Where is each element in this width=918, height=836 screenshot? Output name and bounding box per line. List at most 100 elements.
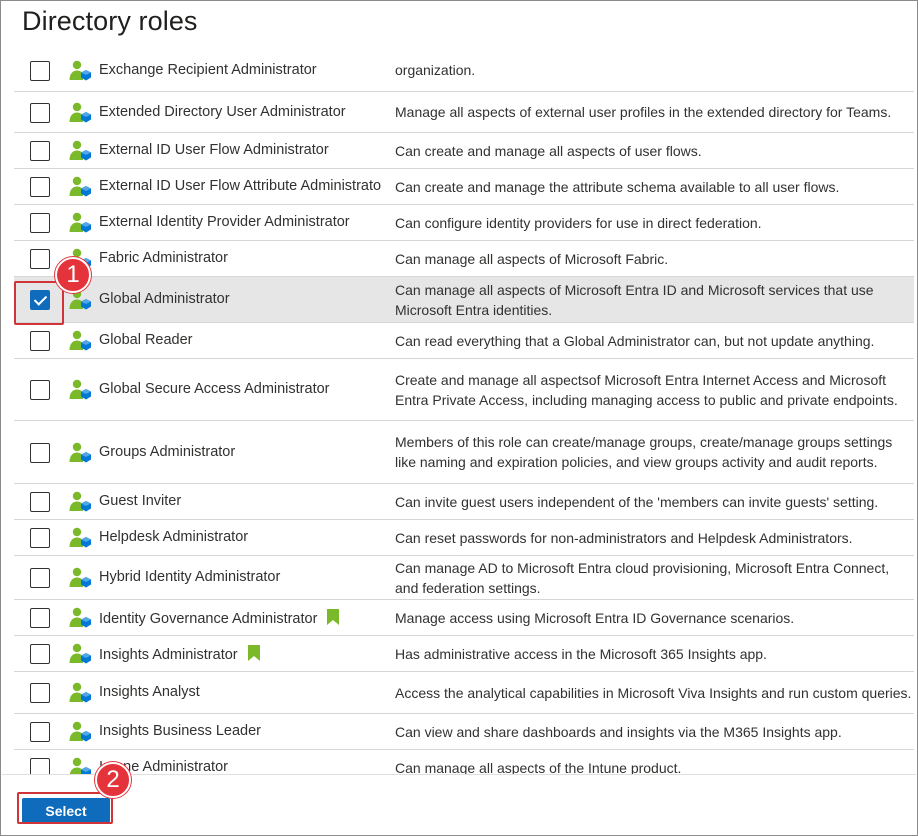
role-name: Helpdesk Administrator (99, 529, 391, 545)
role-description: Has administrative access in the Microso… (395, 646, 767, 662)
role-name: Insights Analyst (99, 684, 391, 700)
role-name-text: Global Administrator (99, 291, 230, 307)
role-icon (68, 490, 92, 514)
role-icon (68, 681, 92, 705)
role-row[interactable]: Insights Business Leader Can view and sha… (14, 714, 914, 750)
role-checkbox[interactable] (30, 608, 50, 628)
role-name-text: External ID User Flow Attribute Administ… (99, 178, 382, 194)
role-row[interactable]: Hybrid Identity Administrator Can manage … (14, 556, 914, 600)
role-icon (68, 139, 92, 163)
callout-highlight-select (17, 792, 113, 824)
role-name: Insights Business Leader (99, 723, 391, 739)
role-description: Can manage all aspects of Microsoft Fabr… (395, 251, 669, 267)
callout-highlight-checkbox (14, 281, 64, 325)
directory-roles-panel: Directory roles Exchange Recipient Admin… (0, 0, 918, 836)
role-icon (68, 441, 92, 465)
role-checkbox[interactable] (30, 644, 50, 664)
callout-badge-1: 1 (55, 257, 91, 293)
role-icon (68, 101, 92, 125)
role-name: Exchange Recipient Administrator (99, 62, 391, 78)
role-name: External ID User Flow Administrator (99, 142, 391, 158)
role-checkbox[interactable] (30, 177, 50, 197)
role-row[interactable]: External ID User Flow Administrator Can c… (14, 133, 914, 169)
role-description: Can manage all aspects of the Intune pro… (395, 760, 682, 774)
role-checkbox[interactable] (30, 213, 50, 233)
role-row[interactable]: Fabric Administrator Can manage all aspec… (14, 241, 914, 277)
role-name-text: Fabric Administrator (99, 250, 228, 266)
role-icon (68, 59, 92, 83)
role-name: Hybrid Identity Administrator (99, 569, 391, 585)
role-description: Manage all aspects of external user prof… (395, 104, 892, 120)
role-name: Guest Inviter (99, 493, 391, 509)
role-description: Can create and manage all aspects of use… (395, 143, 702, 159)
role-row[interactable]: Helpdesk Administrator Can reset password… (14, 520, 914, 556)
panel-title: Directory roles (22, 6, 198, 36)
role-description: Create and manage all aspectsof Microsof… (395, 372, 898, 408)
role-row[interactable]: Exchange Recipient Administrator organiza… (14, 57, 914, 92)
role-description: Can manage all aspects of Microsoft Entr… (395, 282, 874, 318)
role-checkbox[interactable] (30, 758, 50, 774)
role-name-text: Helpdesk Administrator (99, 529, 249, 545)
role-row[interactable]: Insights Analyst Access the analytical ca… (14, 672, 914, 714)
role-checkbox[interactable] (30, 443, 50, 463)
role-icon (68, 720, 92, 744)
role-name-text: Insights Administrator (99, 647, 238, 663)
role-checkbox[interactable] (30, 528, 50, 548)
role-name: External Identity Provider Administrator (99, 214, 391, 230)
role-name-text: Extended Directory User Administrator (99, 104, 346, 120)
bookmark-icon (247, 645, 260, 665)
role-description: Can manage AD to Microsoft Entra cloud p… (395, 560, 890, 596)
role-row[interactable]: Global Secure Access Administrator Create… (14, 359, 914, 421)
footer-divider (2, 774, 916, 775)
bookmark-icon (327, 609, 340, 629)
role-icon (68, 329, 92, 353)
role-checkbox[interactable] (30, 331, 50, 351)
role-row[interactable]: Global Reader Can read everything that a … (14, 323, 914, 359)
role-checkbox[interactable] (30, 380, 50, 400)
role-name: Intune Administrator (99, 759, 391, 774)
role-checkbox[interactable] (30, 61, 50, 81)
role-icon (68, 606, 92, 630)
role-description: Can configure identity providers for use… (395, 215, 762, 231)
role-name-text: Insights Analyst (99, 684, 200, 700)
role-name-text: Global Reader (99, 332, 193, 348)
role-description: Can invite guest users independent of th… (395, 494, 879, 510)
role-checkbox[interactable] (30, 683, 50, 703)
role-name: Extended Directory User Administrator (99, 104, 391, 120)
role-row[interactable]: Identity Governance Administrator Manage … (14, 600, 914, 636)
role-row[interactable]: Guest Inviter Can invite guest users inde… (14, 484, 914, 520)
role-name-text: Global Secure Access Administrator (99, 381, 330, 397)
role-name-text: Groups Administrator (99, 444, 236, 460)
role-checkbox[interactable] (30, 722, 50, 742)
role-icon (68, 175, 92, 199)
role-row[interactable]: Groups Administrator Members of this role… (14, 421, 914, 484)
role-icon (68, 378, 92, 402)
role-row[interactable]: External Identity Provider Administrator… (14, 205, 914, 241)
role-checkbox[interactable] (30, 141, 50, 161)
role-name: Identity Governance Administrator (99, 609, 391, 629)
role-name-text: Insights Business Leader (99, 723, 262, 739)
role-icon (68, 642, 92, 666)
role-row[interactable]: External ID User Flow Attribute Administ… (14, 169, 914, 205)
role-name-text: External Identity Provider Administrator (99, 214, 350, 230)
roles-list[interactable]: Exchange Recipient Administrator organiza… (2, 57, 916, 774)
role-description: organization. (395, 62, 476, 78)
role-row[interactable]: Global Administrator Can manage all aspec… (14, 277, 914, 323)
role-checkbox[interactable] (30, 103, 50, 123)
role-checkbox[interactable] (30, 492, 50, 512)
role-name: Groups Administrator (99, 444, 391, 460)
role-checkbox[interactable] (30, 568, 50, 588)
role-description: Can reset passwords for non-administrato… (395, 530, 853, 546)
role-name: Insights Administrator (99, 645, 391, 665)
role-name-text: External ID User Flow Administrator (99, 142, 329, 158)
role-row[interactable]: Extended Directory User Administrator Man… (14, 92, 914, 133)
role-row[interactable]: Intune Administrator Can manage all aspec… (14, 750, 914, 774)
role-name-text: Hybrid Identity Administrator (99, 569, 281, 585)
role-checkbox[interactable] (30, 249, 50, 269)
role-name: Global Reader (99, 332, 391, 348)
role-name: External ID User Flow Attribute Administ… (99, 178, 391, 194)
role-name-text: Identity Governance Administrator (99, 611, 318, 627)
role-row[interactable]: Insights Administrator Has administrative… (14, 636, 914, 672)
role-icon (68, 526, 92, 550)
role-description: Members of this role can create/manage g… (395, 434, 893, 470)
